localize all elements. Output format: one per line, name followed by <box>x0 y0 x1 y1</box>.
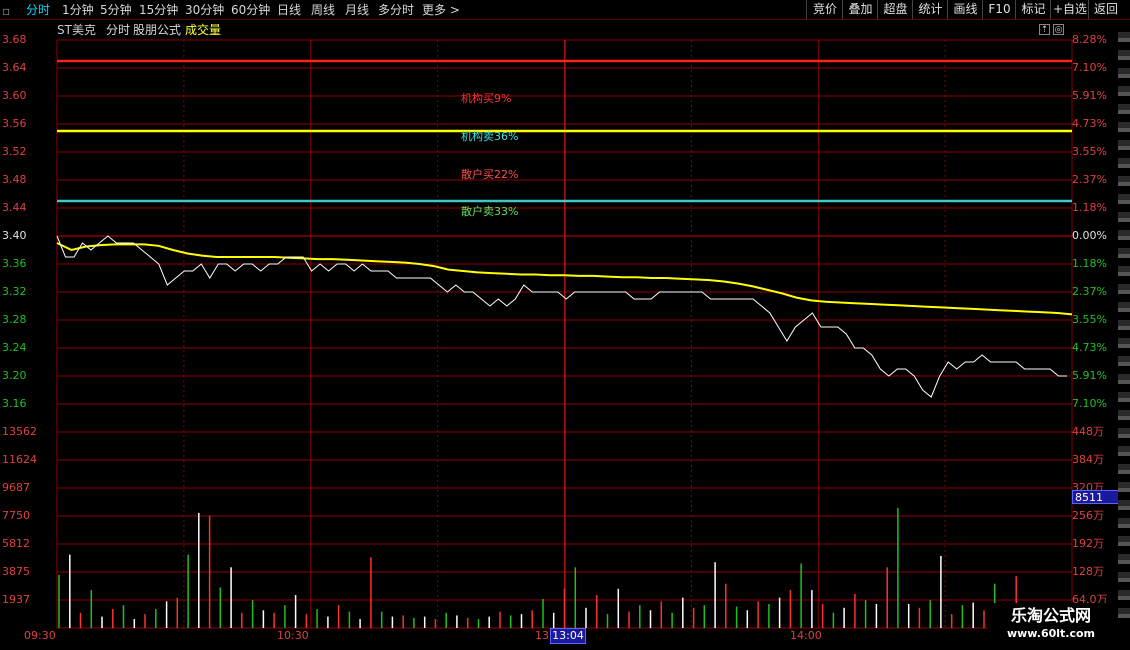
price-label-left: 3.64 <box>2 61 27 74</box>
tab-more[interactable]: 更多 > <box>422 2 460 18</box>
overlay-button[interactable]: 叠加 <box>842 0 878 19</box>
tab-60min[interactable]: 60分钟 <box>231 2 270 18</box>
watermark-name: 乐淘公式网 <box>1010 606 1091 625</box>
period-toolbar: ▫ 分时 1分钟 5分钟 15分钟 30分钟 60分钟 日线 周线 月线 多分时… <box>0 0 1130 20</box>
price-label-left: 3.48 <box>2 173 27 186</box>
volume-label-left: 7750 <box>2 509 30 522</box>
panel-toggle-icon[interactable]: ▫ <box>2 3 10 19</box>
back-button[interactable]: 返回 <box>1088 0 1123 19</box>
mark-button[interactable]: 标记 <box>1015 0 1051 19</box>
price-label-left: 3.40 <box>2 229 27 242</box>
chaopan-button[interactable]: 超盘 <box>877 0 913 19</box>
time-label-0930: 09:30 <box>24 629 56 642</box>
volume-label-left: 1937 <box>2 593 30 606</box>
formula-name: 股朋公式 <box>133 23 182 37</box>
price-line <box>56 235 1067 398</box>
price-label-left: 3.36 <box>2 257 27 270</box>
stock-name: ST美克 <box>57 23 96 37</box>
volume-label-left: 13562 <box>2 425 37 438</box>
volume-label-left: 9687 <box>2 481 30 494</box>
annotation-inst-buy: 机构买9% <box>461 92 512 105</box>
settings-icon[interactable]: ◎ <box>1053 24 1064 35</box>
price-label-left: 3.24 <box>2 341 27 354</box>
price-label-left: 3.16 <box>2 397 27 410</box>
price-label-left: 3.60 <box>2 89 27 102</box>
tab-multi-fenshi[interactable]: 多分时 <box>378 2 414 18</box>
annotation-retail-sell: 散户卖33% <box>461 205 519 218</box>
annotation-inst-sell: 机构卖36% <box>461 130 519 143</box>
price-label-left: 3.52 <box>2 145 27 158</box>
price-label-left: 3.68 <box>2 33 27 46</box>
price-label-left: 3.44 <box>2 201 27 214</box>
intraday-chart[interactable] <box>0 0 1130 650</box>
tab-30min[interactable]: 30分钟 <box>185 2 224 18</box>
time-cursor-value: 13:04 <box>550 628 586 644</box>
statistics-button[interactable]: 统计 <box>912 0 948 19</box>
draw-line-button[interactable]: 画线 <box>947 0 983 19</box>
jingjia-button[interactable]: 竞价 <box>806 0 843 19</box>
time-label-1400: 14:00 <box>790 629 822 642</box>
volume-label-left: 11624 <box>2 453 37 466</box>
chart-mode: 分时 <box>106 23 131 37</box>
f10-button[interactable]: F10 <box>982 0 1016 19</box>
tab-1min[interactable]: 1分钟 <box>62 2 94 18</box>
volume-label-left: 3875 <box>2 565 30 578</box>
price-label-left: 3.56 <box>2 117 27 130</box>
watermark-url: www.60lt.com <box>1006 627 1096 640</box>
volume-cursor-value: 8511 <box>1072 490 1122 504</box>
tab-weekly[interactable]: 周线 <box>311 2 335 18</box>
tab-daily[interactable]: 日线 <box>277 2 301 18</box>
price-label-left: 3.32 <box>2 285 27 298</box>
time-label-1030: 10:30 <box>277 629 309 642</box>
watermark: 乐淘公式网 www.60lt.com <box>988 603 1114 647</box>
annotation-retail-buy: 散户买22% <box>461 168 519 181</box>
time-label-13: 13 <box>535 629 549 642</box>
side-info-strip <box>1118 24 1130 624</box>
expand-icon[interactable]: ⇡ <box>1039 24 1050 35</box>
price-label-left: 3.20 <box>2 369 27 382</box>
volume-bars <box>58 507 1060 628</box>
add-watchlist-button[interactable]: +自选 <box>1050 0 1089 19</box>
tab-monthly[interactable]: 月线 <box>345 2 369 18</box>
volume-label-left: 5812 <box>2 537 30 550</box>
tab-5min[interactable]: 5分钟 <box>100 2 132 18</box>
indicator-name: 成交量 <box>185 23 222 37</box>
tab-fenshi[interactable]: 分时 <box>26 2 50 18</box>
tab-15min[interactable]: 15分钟 <box>139 2 178 18</box>
price-label-left: 3.28 <box>2 313 27 326</box>
